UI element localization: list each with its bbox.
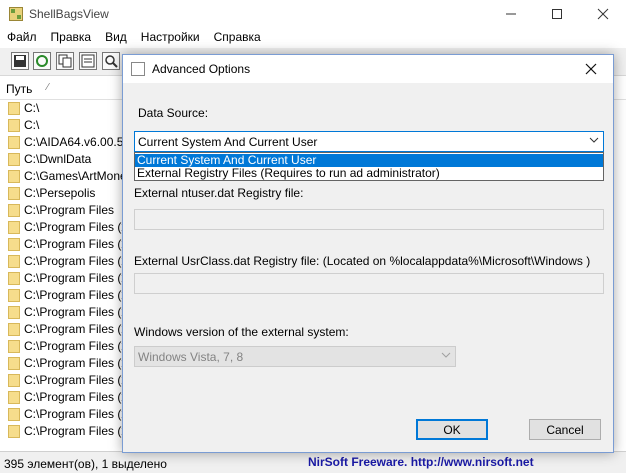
copy-icon[interactable]	[56, 52, 74, 70]
chevron-down-icon	[589, 135, 599, 148]
data-source-label: Data Source:	[138, 106, 209, 120]
folder-icon	[8, 119, 20, 132]
folder-icon	[8, 255, 20, 268]
folder-icon	[8, 425, 20, 438]
cancel-button[interactable]: Cancel	[529, 419, 601, 440]
refresh-icon[interactable]	[33, 52, 51, 70]
windows-version-select[interactable]: Windows Vista, 7, 8	[134, 346, 456, 367]
close-icon	[585, 63, 597, 75]
menu-file[interactable]: Файл	[0, 28, 44, 48]
folder-icon	[8, 340, 20, 353]
folder-icon	[8, 272, 20, 285]
folder-icon	[8, 153, 20, 166]
folder-icon	[8, 136, 20, 149]
folder-icon	[8, 374, 20, 387]
status-count: 395 элемент(ов), 1 выделено	[4, 457, 167, 471]
windows-version-label: Windows version of the external system:	[134, 325, 349, 339]
sort-indicator-icon: ⁄	[47, 82, 49, 93]
folder-icon	[8, 221, 20, 234]
save-icon[interactable]	[11, 52, 29, 70]
column-header-path[interactable]: Путь	[6, 82, 32, 96]
menu-bar: Файл Правка Вид Настройки Справка	[0, 28, 626, 48]
data-source-select[interactable]: Current System And Current User	[134, 131, 604, 152]
maximize-icon	[552, 9, 562, 19]
dropdown-option-external-files[interactable]: External Registry Files (Requires to run…	[135, 167, 603, 180]
app-icon	[9, 7, 23, 21]
minimize-icon	[506, 13, 516, 15]
usrclass-file-label: External UsrClass.dat Registry file: (Lo…	[134, 254, 591, 268]
advanced-options-dialog: Advanced Options Data Source: Current Sy…	[122, 54, 614, 453]
menu-edit[interactable]: Правка	[44, 28, 99, 48]
menu-view[interactable]: Вид	[98, 28, 134, 48]
folder-icon	[8, 170, 20, 183]
minimize-button[interactable]	[488, 0, 534, 28]
find-icon[interactable]	[102, 52, 120, 70]
folder-icon	[8, 102, 20, 115]
folder-icon	[8, 289, 20, 302]
maximize-button[interactable]	[534, 0, 580, 28]
folder-icon	[8, 306, 20, 319]
usrclass-file-field[interactable]	[134, 273, 604, 294]
ok-button[interactable]: OK	[416, 419, 488, 440]
window-title: ShellBagsView	[29, 7, 109, 21]
dialog-title: Advanced Options	[152, 62, 251, 76]
nirsoft-link[interactable]: NirSoft Freeware. http://www.nirsoft.net	[308, 455, 534, 469]
status-bar: 395 элемент(ов), 1 выделено NirSoft Free…	[0, 451, 626, 473]
menu-help[interactable]: Справка	[207, 28, 268, 48]
folder-icon	[8, 238, 20, 251]
ntuser-file-label: External ntuser.dat Registry file:	[134, 186, 304, 200]
properties-icon[interactable]	[79, 52, 97, 70]
folder-icon	[8, 323, 20, 336]
folder-icon	[8, 408, 20, 421]
dialog-app-icon	[131, 62, 145, 76]
menu-options[interactable]: Настройки	[134, 28, 207, 48]
dialog-close-button[interactable]	[569, 55, 613, 83]
data-source-dropdown-list: Current System And Current User External…	[134, 152, 604, 181]
ntuser-file-field[interactable]	[134, 209, 604, 230]
close-window-button[interactable]	[580, 0, 626, 28]
folder-icon	[8, 187, 20, 200]
close-icon	[597, 8, 609, 20]
folder-icon	[8, 391, 20, 404]
folder-icon	[8, 204, 20, 217]
title-bar: ShellBagsView	[0, 0, 626, 28]
chevron-down-icon	[441, 350, 451, 363]
folder-icon	[8, 357, 20, 370]
dialog-title-bar: Advanced Options	[123, 55, 613, 83]
